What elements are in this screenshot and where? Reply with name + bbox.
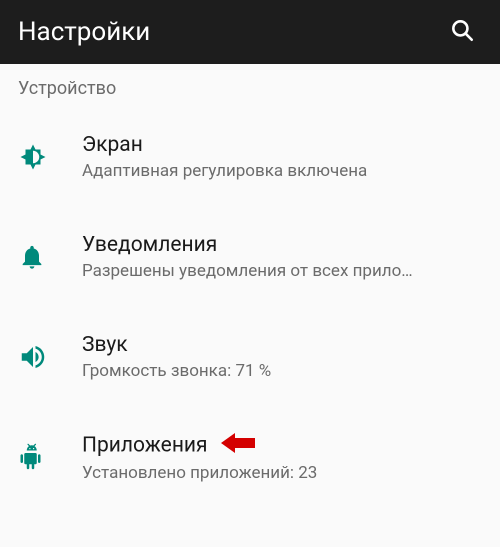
settings-item-notifications[interactable]: Уведомления Разрешены уведомления от все… xyxy=(0,207,500,307)
settings-list: Экран Адаптивная регулировка включена Ув… xyxy=(0,107,500,509)
section-header-device: Устройство xyxy=(0,64,500,107)
search-button[interactable] xyxy=(442,12,482,52)
settings-item-text: Экран Адаптивная регулировка включена xyxy=(82,133,482,181)
android-icon xyxy=(18,443,82,473)
settings-item-title: Приложения xyxy=(82,433,482,459)
settings-item-title: Уведомления xyxy=(82,233,482,257)
settings-item-subtitle: Установлено приложений: 23 xyxy=(82,463,482,483)
arrow-annotation-icon xyxy=(221,433,255,459)
settings-item-text: Звук Громкость звонка: 71 % xyxy=(82,333,482,381)
appbar: Настройки xyxy=(0,0,500,64)
settings-item-title-text: Приложения xyxy=(82,434,208,458)
settings-item-subtitle: Громкость звонка: 71 % xyxy=(82,361,482,381)
page-title: Настройки xyxy=(18,17,150,47)
settings-item-subtitle: Адаптивная регулировка включена xyxy=(82,161,482,181)
settings-item-sound[interactable]: Звук Громкость звонка: 71 % xyxy=(0,307,500,407)
search-icon xyxy=(449,17,475,47)
settings-item-text: Приложения Установлено приложений: 23 xyxy=(82,433,482,483)
settings-item-display[interactable]: Экран Адаптивная регулировка включена xyxy=(0,107,500,207)
settings-item-apps[interactable]: Приложения Установлено приложений: 23 xyxy=(0,407,500,509)
volume-icon xyxy=(18,342,82,372)
settings-item-title: Звук xyxy=(82,333,482,357)
brightness-icon xyxy=(18,142,82,172)
settings-item-text: Уведомления Разрешены уведомления от все… xyxy=(82,233,482,281)
bell-icon xyxy=(18,243,82,271)
settings-item-subtitle: Разрешены уведомления от всех прило… xyxy=(82,261,482,281)
settings-item-title: Экран xyxy=(82,133,482,157)
